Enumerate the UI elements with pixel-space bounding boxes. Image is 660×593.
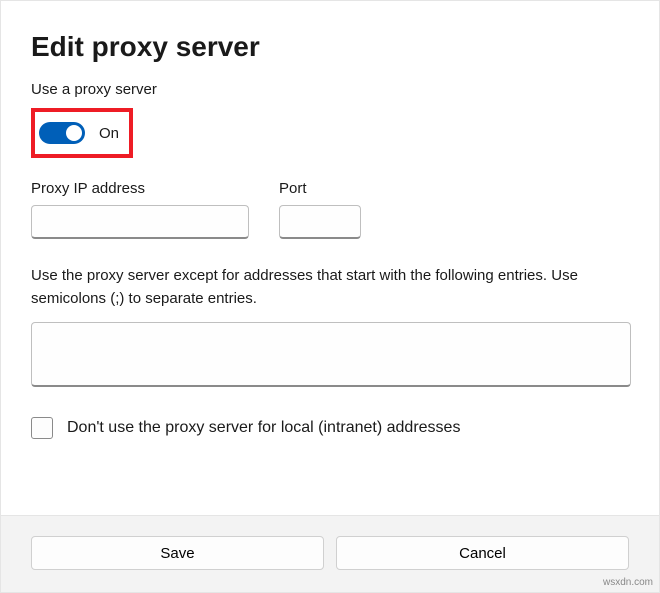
exceptions-input[interactable] (31, 322, 631, 387)
port-label: Port (279, 180, 361, 197)
local-bypass-label: Don't use the proxy server for local (in… (67, 419, 460, 437)
use-proxy-label: Use a proxy server (31, 81, 629, 98)
save-button[interactable]: Save (31, 536, 324, 570)
dialog-title: Edit proxy server (31, 31, 629, 63)
use-proxy-toggle[interactable] (39, 122, 85, 144)
watermark: wsxdn.com (603, 577, 653, 588)
proxy-ip-input[interactable] (31, 205, 249, 239)
cancel-button[interactable]: Cancel (336, 536, 629, 570)
local-bypass-checkbox[interactable] (31, 417, 53, 439)
proxy-ip-label: Proxy IP address (31, 180, 249, 197)
highlight-annotation: On (31, 108, 133, 158)
port-input[interactable] (279, 205, 361, 239)
toggle-knob-icon (66, 125, 82, 141)
dialog-footer: Save Cancel (1, 515, 659, 592)
toggle-state-label: On (99, 125, 119, 142)
exceptions-description: Use the proxy server except for addresse… (31, 265, 629, 310)
